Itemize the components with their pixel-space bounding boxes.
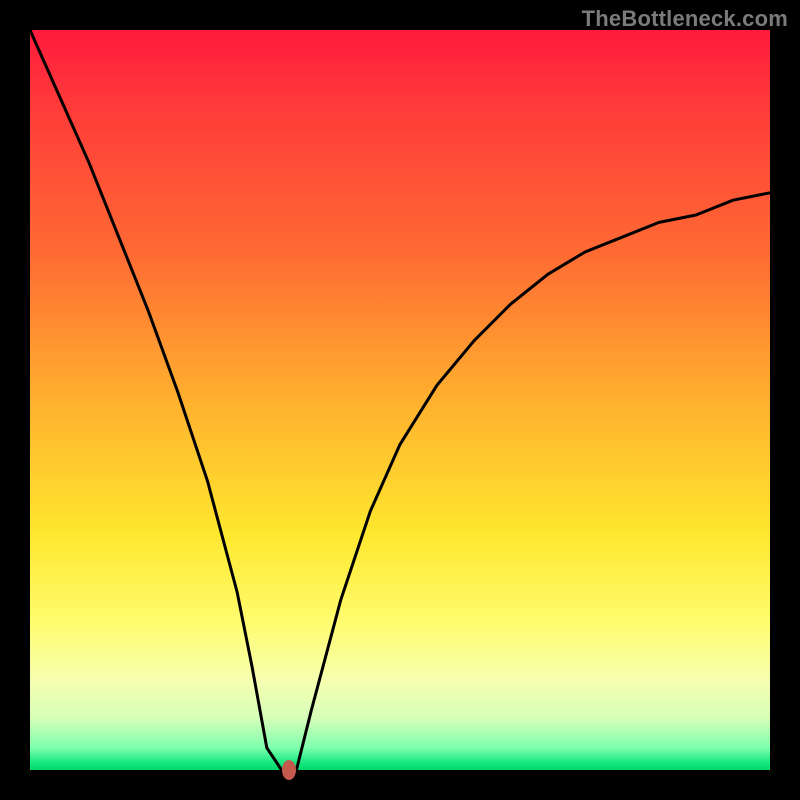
plot-area bbox=[30, 30, 770, 770]
optimal-marker bbox=[282, 760, 296, 780]
bottleneck-curve bbox=[30, 30, 770, 770]
watermark-text: TheBottleneck.com bbox=[582, 6, 788, 32]
curve-path bbox=[30, 30, 770, 770]
chart-stage: TheBottleneck.com bbox=[0, 0, 800, 800]
